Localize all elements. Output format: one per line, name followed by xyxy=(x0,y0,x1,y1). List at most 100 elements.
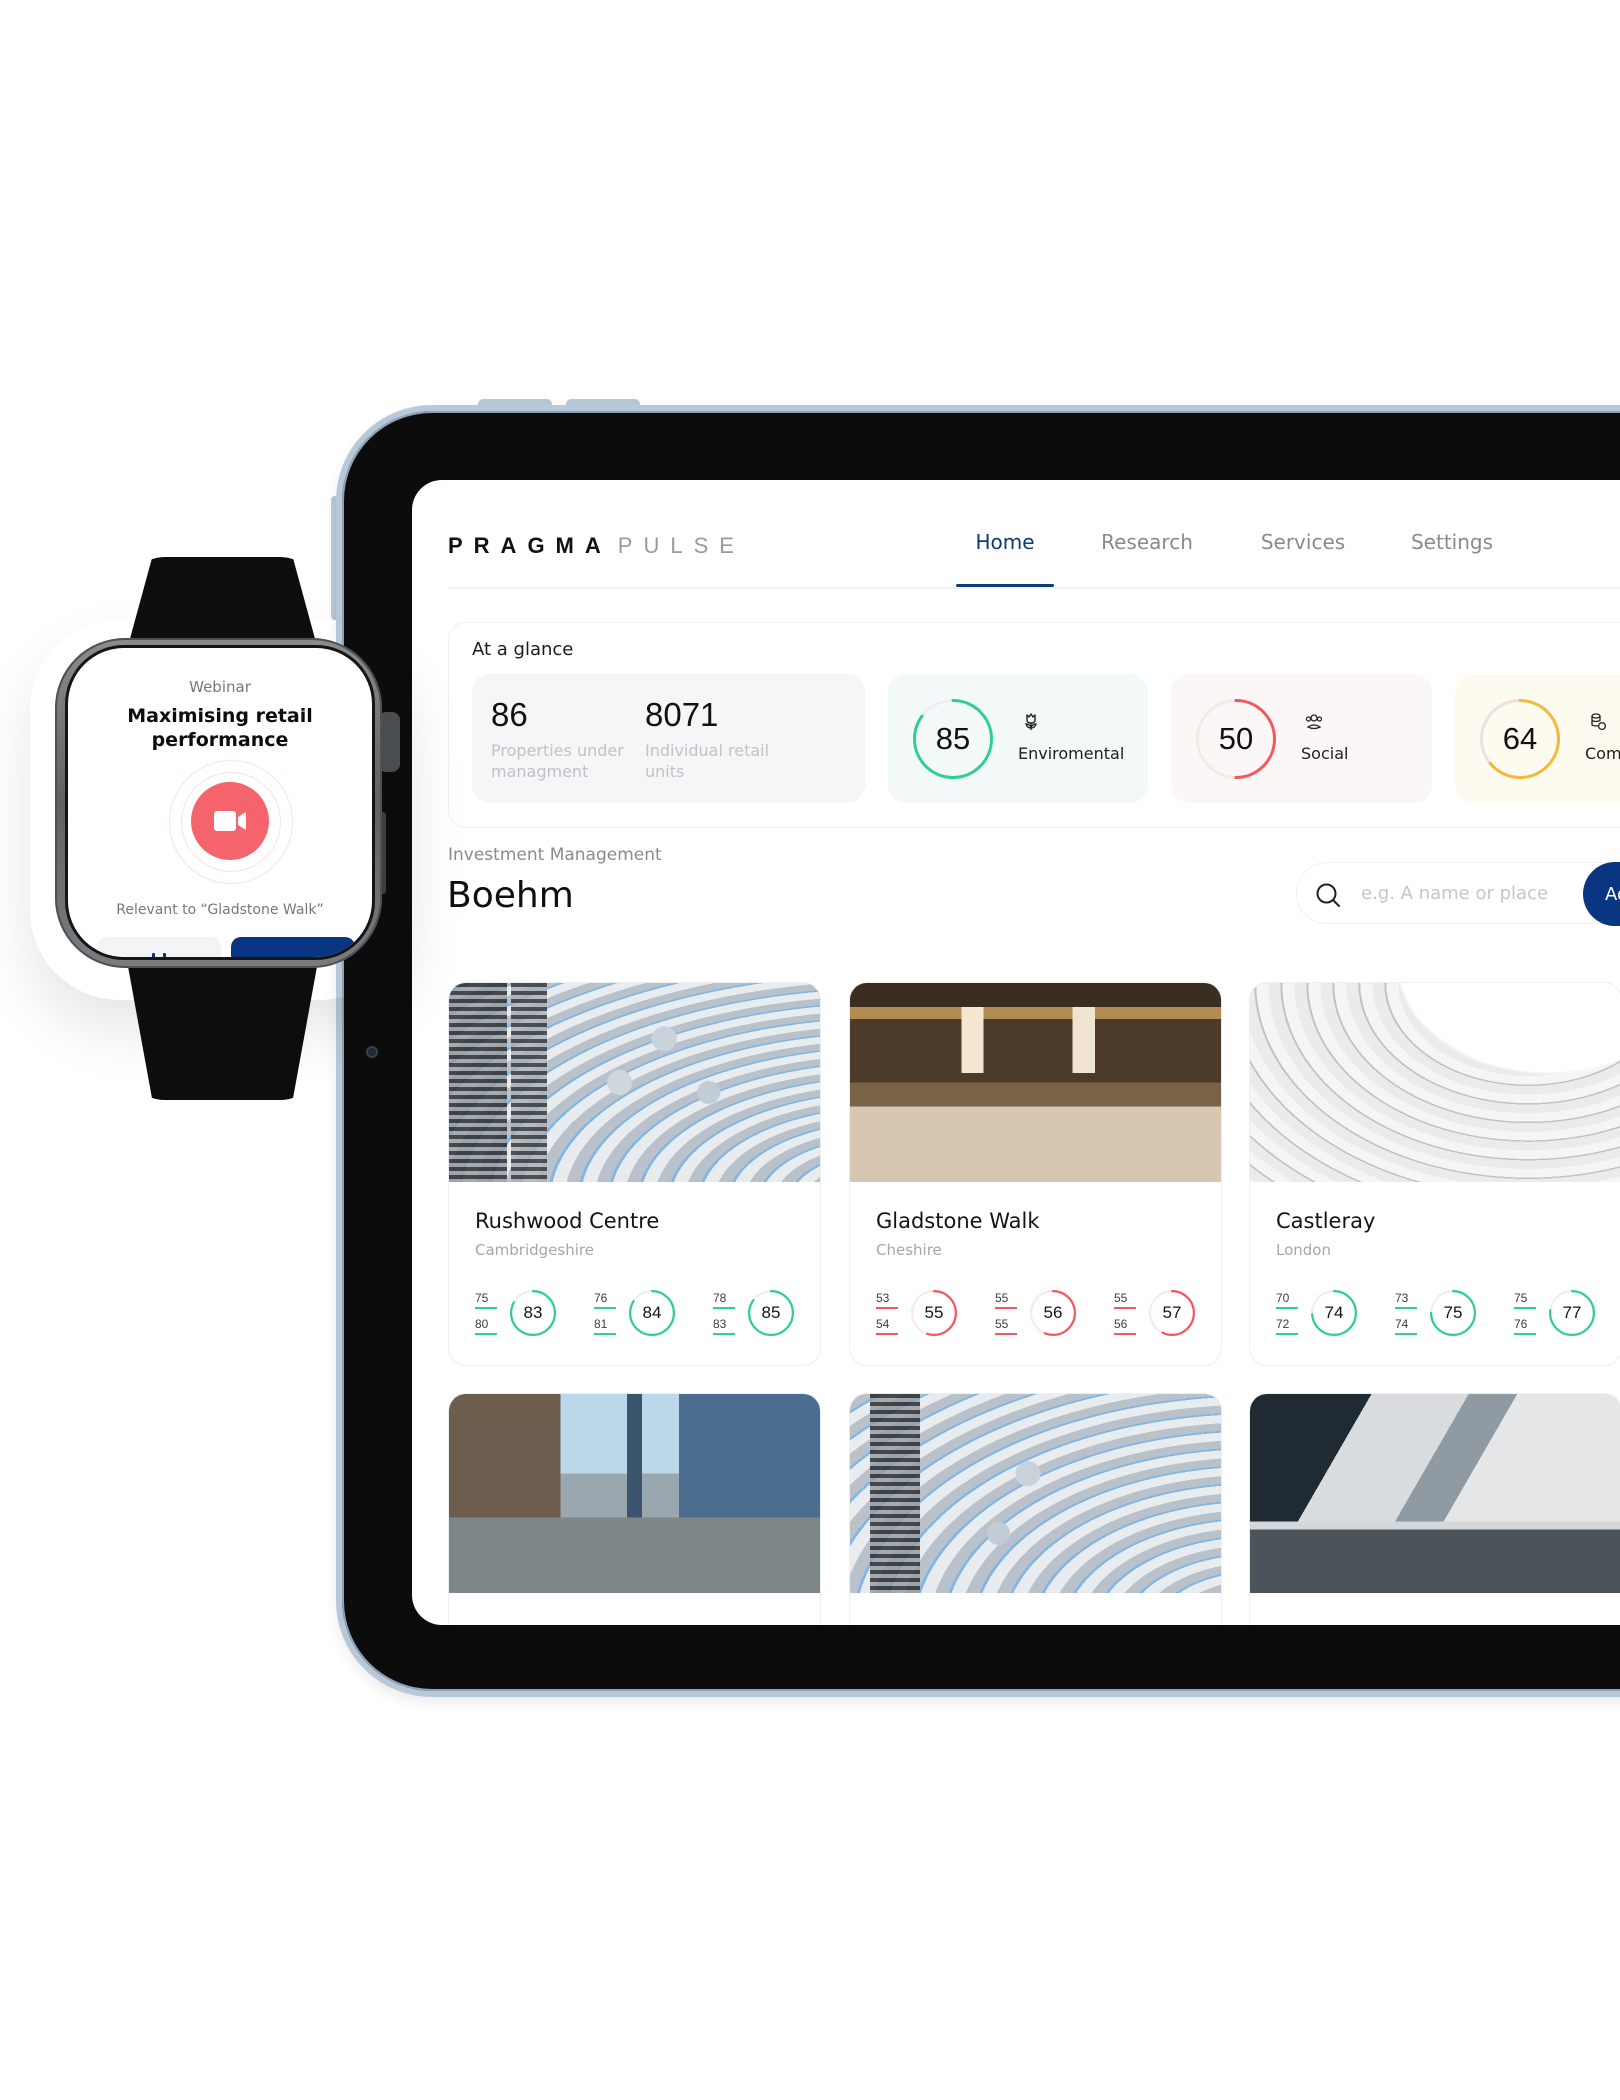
score-value: 75 xyxy=(1443,1303,1463,1322)
metric-value-b: 55 xyxy=(995,1317,1009,1331)
marketing-composition: PRAGMA PULSE Home Research Services Setti… xyxy=(0,0,1620,2100)
score-value: 74 xyxy=(1324,1303,1344,1322)
webinar-kicker: Webinar xyxy=(189,678,251,696)
metric-value-b: 54 xyxy=(876,1317,890,1331)
score-value: 85 xyxy=(761,1303,781,1322)
webinar-title: Maximising retail performance xyxy=(127,705,313,751)
logo-primary: PRAGMA xyxy=(448,533,612,558)
join-video-button[interactable] xyxy=(191,782,269,860)
calendar-icon xyxy=(152,953,166,957)
score-value: 83 xyxy=(523,1303,543,1322)
metric-value-a: 78 xyxy=(713,1291,727,1305)
score-value: 84 xyxy=(642,1303,662,1322)
metric-value-b: 80 xyxy=(475,1317,489,1331)
glance-title: At a glance xyxy=(472,639,574,660)
property-photo xyxy=(449,1394,820,1593)
property-metric: 70 72 74 xyxy=(1276,1289,1376,1345)
environmental-score-value: 85 xyxy=(935,721,971,756)
property-card[interactable] xyxy=(1249,1393,1620,1625)
metric-value-a: 70 xyxy=(1276,1291,1290,1305)
property-metric: 75 80 83 xyxy=(475,1289,575,1345)
add-to-calendar-button[interactable] xyxy=(97,937,221,957)
social-score-card[interactable]: 50 Social xyxy=(1171,674,1432,803)
property-photo xyxy=(850,1394,1221,1593)
property-metric: 53 54 55 xyxy=(876,1289,976,1345)
stat-value: 86 xyxy=(491,696,528,733)
stat-retail-units: 8071 Individual retail units xyxy=(645,696,795,782)
third-score-value: 64 xyxy=(1502,721,1538,756)
property-name: Gladstone Walk xyxy=(876,1209,1040,1233)
metric-value-b: 72 xyxy=(1276,1317,1290,1331)
logo-secondary: PULSE xyxy=(617,533,745,558)
metric-bar xyxy=(1276,1307,1298,1309)
video-camera-icon xyxy=(214,811,246,831)
score-value: 57 xyxy=(1162,1303,1182,1322)
social-label: Social xyxy=(1301,744,1349,763)
property-metric: 55 55 56 xyxy=(995,1289,1095,1345)
property-photo xyxy=(1250,1394,1620,1593)
app-logo[interactable]: PRAGMA PULSE xyxy=(448,533,745,559)
at-a-glance-panel: At a glance 86 Properties under managmen… xyxy=(448,622,1620,828)
property-location: London xyxy=(1276,1241,1331,1259)
metric-bar xyxy=(594,1333,616,1335)
nav-tab-research[interactable]: Research xyxy=(1101,530,1193,554)
property-card[interactable]: Gladstone Walk Cheshire 53 54 55 55 55 56 55… xyxy=(849,982,1222,1366)
metric-value-b: 81 xyxy=(594,1317,608,1331)
metric-value-a: 76 xyxy=(594,1291,608,1305)
property-card[interactable]: Castleray London 70 72 74 73 74 75 75 76 77 xyxy=(1249,982,1620,1366)
metric-bar xyxy=(475,1307,497,1309)
section-label: Investment Management xyxy=(448,845,662,865)
property-card[interactable] xyxy=(448,1393,821,1625)
stat-properties: 86 Properties under managment xyxy=(491,696,641,782)
score-value: 56 xyxy=(1043,1303,1063,1322)
share-arrow-icon xyxy=(231,937,355,957)
environmental-score-card[interactable]: 85 Enviromental xyxy=(888,674,1148,803)
portfolio-stats-card: 86 Properties under managment 8071 Indiv… xyxy=(472,674,865,803)
property-metric: 76 81 84 xyxy=(594,1289,694,1345)
watch-screen: Webinar Maximising retail performance Re… xyxy=(68,648,372,957)
metric-bar xyxy=(1514,1307,1536,1309)
share-button[interactable] xyxy=(231,937,355,957)
metric-bar xyxy=(1395,1307,1417,1309)
metric-value-a: 55 xyxy=(995,1291,1009,1305)
metric-value-a: 53 xyxy=(876,1291,890,1305)
metric-bar xyxy=(1514,1333,1536,1335)
metric-bar xyxy=(876,1307,898,1309)
metric-bar xyxy=(1114,1307,1136,1309)
environmental-label: Enviromental xyxy=(1018,744,1125,763)
stat-label: Individual retail units xyxy=(645,741,770,781)
metric-bar xyxy=(1114,1333,1136,1335)
search-input[interactable] xyxy=(1361,879,1561,907)
metric-value-b: 83 xyxy=(713,1317,727,1331)
watch-strap-bottom xyxy=(125,950,320,1100)
nav-tab-settings[interactable]: Settings xyxy=(1411,530,1493,554)
metric-value-a: 55 xyxy=(1114,1291,1128,1305)
property-metric: 75 76 77 xyxy=(1514,1289,1614,1345)
metric-bar xyxy=(713,1307,735,1309)
property-photo xyxy=(449,983,820,1182)
property-photo xyxy=(850,983,1221,1182)
property-card[interactable] xyxy=(849,1393,1222,1625)
property-card[interactable]: Rushwood Centre Cambridgeshire 75 80 83 76… xyxy=(448,982,821,1366)
nav-tab-home[interactable]: Home xyxy=(975,530,1034,554)
property-name: Castleray xyxy=(1276,1209,1376,1233)
metric-bar xyxy=(995,1333,1017,1335)
property-name: Rushwood Centre xyxy=(475,1209,660,1233)
metric-bar xyxy=(876,1333,898,1335)
metric-bar xyxy=(995,1307,1017,1309)
search-icon xyxy=(1316,883,1340,907)
property-photo xyxy=(1250,983,1620,1182)
third-score-card[interactable]: 64 Com xyxy=(1455,674,1620,803)
people-icon xyxy=(1305,714,1323,730)
page-title: Boehm xyxy=(447,875,574,916)
property-location: Cambridgeshire xyxy=(475,1241,594,1259)
nav-tab-services[interactable]: Services xyxy=(1261,530,1345,554)
metric-bar xyxy=(1276,1333,1298,1335)
search-box xyxy=(1296,862,1620,924)
metric-value-b: 74 xyxy=(1395,1317,1409,1331)
header-divider xyxy=(448,587,1620,589)
flower-icon xyxy=(1025,713,1037,730)
metric-value-a: 73 xyxy=(1395,1291,1409,1305)
metric-value-a: 75 xyxy=(1514,1291,1528,1305)
metric-bar xyxy=(594,1307,616,1309)
